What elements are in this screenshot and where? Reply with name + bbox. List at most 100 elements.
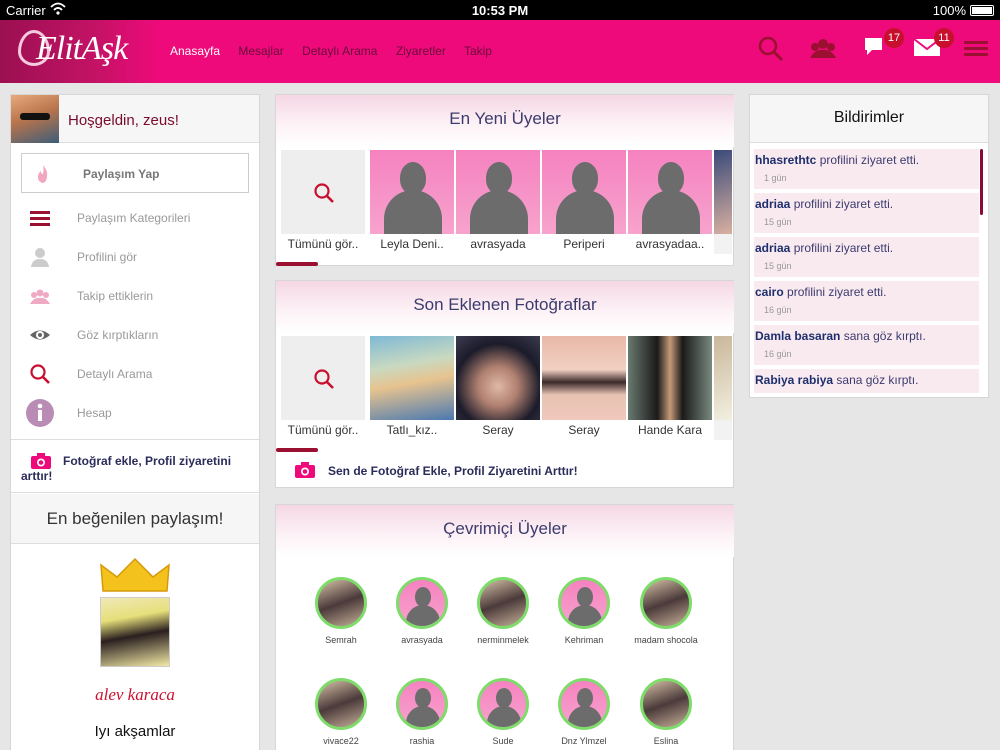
member-name: Dnz Ylmzel <box>561 736 607 746</box>
online-member[interactable]: nerminmelek <box>471 577 535 646</box>
mail-icon[interactable]: 11 <box>912 28 954 68</box>
battery-icon <box>970 5 994 16</box>
sidebar-item-goz-kirptiklarin[interactable]: Göz kırptıkların <box>11 316 259 355</box>
add-photo-promo[interactable]: Sen de Fotoğraf Ekle, Profil Ziyaretini … <box>294 461 724 481</box>
latest-photos-title: Son Eklenen Fotoğraflar <box>276 281 734 333</box>
online-member[interactable]: Kehriman <box>552 577 616 646</box>
flame-icon <box>32 163 54 185</box>
photo-card-partial[interactable] <box>714 336 732 440</box>
search-icon[interactable] <box>756 34 790 68</box>
menu-icon[interactable] <box>962 34 996 68</box>
nav-link-takip[interactable]: Takip <box>464 44 492 58</box>
photo-promo-link[interactable]: Fotoğraf ekle, Profil ziyaretini arttır! <box>11 439 259 493</box>
photo-author: Seray <box>456 420 540 440</box>
sidebar-item-takip[interactable]: Takip ettiklerin <box>11 277 259 316</box>
member-card[interactable]: avrasyada <box>456 150 540 254</box>
photo-card[interactable]: Tatlı_kız.. <box>370 336 454 440</box>
notification-time: 15 gün <box>764 217 792 227</box>
nav-link-mesajlar[interactable]: Mesajlar <box>238 44 283 58</box>
member-card-partial[interactable] <box>714 150 732 254</box>
notification-user[interactable]: Damla basaran <box>755 329 840 343</box>
online-member[interactable]: rashia <box>390 678 454 747</box>
photo-card[interactable]: Seray <box>456 336 540 440</box>
notification-item[interactable]: adriaa profilini ziyaret etti. 15 gün <box>754 193 979 233</box>
photo-thumbnail <box>370 336 454 420</box>
carousel-scroll-indicator <box>276 448 318 452</box>
member-name: Periperi <box>542 234 626 254</box>
notification-action: profilini ziyaret etti. <box>787 285 887 299</box>
photo-thumbnail <box>456 336 540 420</box>
notifications-scrollbar[interactable] <box>980 149 983 215</box>
sidebar-item-detayli-arama[interactable]: Detaylı Arama <box>11 355 259 394</box>
sidebar-item-paylasim-yap[interactable]: Paylaşım Yap <box>21 153 249 193</box>
notification-item[interactable]: adriaa profilini ziyaret etti. 15 gün <box>754 237 979 277</box>
notification-user[interactable]: adriaa <box>755 197 790 211</box>
notification-user[interactable]: Rabiya rabiya <box>755 373 833 387</box>
battery-percent: 100% <box>932 3 966 18</box>
notification-item[interactable]: cairo profilini ziyaret etti. 16 gün <box>754 281 979 321</box>
sidebar-item-label: Takip ettiklerin <box>77 289 154 303</box>
user-avatar[interactable] <box>11 95 59 143</box>
notification-user[interactable]: adriaa <box>755 241 790 255</box>
photo-thumbnail <box>542 336 626 420</box>
clock: 10:53 PM <box>471 3 529 18</box>
sidebar-item-hesap[interactable]: Hesap <box>11 394 259 433</box>
notification-user[interactable]: hhasrethtc <box>755 153 816 167</box>
notification-action: sana göz kırptı. <box>843 329 926 343</box>
member-name: Leyla Deni.. <box>370 234 454 254</box>
notification-time: 15 gün <box>764 261 792 271</box>
sidebar-menu: Paylaşım Yap Paylaşım Kategorileri Profi… <box>11 143 259 433</box>
notification-item[interactable]: Damla basaran sana göz kırptı. 16 gün <box>754 325 979 365</box>
sidebar-item-label: Profilini gör <box>77 250 138 264</box>
member-avatar <box>640 678 692 730</box>
sidebar-item-kategoriler[interactable]: Paylaşım Kategorileri <box>11 199 259 238</box>
notification-item[interactable]: hhasrethtc profilini ziyaret etti. 1 gün <box>754 149 979 189</box>
online-member[interactable]: avrasyada <box>390 577 454 646</box>
sidebar-item-profilini-gor[interactable]: Profilini gör <box>11 238 259 277</box>
notification-user[interactable]: cairo <box>755 285 784 299</box>
member-placeholder-avatar <box>370 150 454 234</box>
search-icon <box>313 182 334 203</box>
online-member[interactable]: madam shocola <box>634 577 698 646</box>
notifications-badge: 17 <box>884 28 904 48</box>
eye-icon <box>29 324 51 346</box>
photo-author: Tatlı_kız.. <box>370 420 454 440</box>
nav-links: Anasayfa Mesajlar Detaylı Arama Ziyaretl… <box>170 44 507 58</box>
photo-card[interactable]: Hande Kara <box>628 336 712 440</box>
newest-see-all[interactable]: Tümünü gör.. <box>281 150 365 254</box>
photo-author: Hande Kara <box>628 420 712 440</box>
most-liked-photo[interactable] <box>100 597 170 667</box>
photos-see-all[interactable]: Tümünü gör.. <box>281 336 365 440</box>
top-navbar: ElitAşk Anasayfa Mesajlar Detaylı Arama … <box>0 20 1000 83</box>
sidebar-item-label: Hesap <box>77 406 112 420</box>
chat-icon[interactable]: 17 <box>862 28 904 68</box>
member-avatar <box>477 577 529 629</box>
notification-item[interactable]: Rabiya rabiya sana göz kırptı. <box>754 369 979 393</box>
notification-action: profilini ziyaret etti. <box>819 153 920 167</box>
photo-card[interactable]: Seray <box>542 336 626 440</box>
left-sidebar: Hoşgeldin, zeus! Paylaşım Yap Paylaşım K… <box>10 94 260 750</box>
see-all-label: Tümünü gör.. <box>281 234 365 254</box>
member-card[interactable]: Periperi <box>542 150 626 254</box>
most-liked-author[interactable]: alev karaca <box>11 685 259 705</box>
online-member[interactable]: Sude <box>471 678 535 747</box>
online-member[interactable]: vivace22 <box>309 678 373 747</box>
member-card[interactable]: Leyla Deni.. <box>370 150 454 254</box>
online-member[interactable]: Eslina <box>634 678 698 747</box>
online-member[interactable]: Semrah <box>309 577 373 646</box>
member-card[interactable]: avrasyadaa.. <box>628 150 712 254</box>
nav-link-anasayfa[interactable]: Anasayfa <box>170 44 220 58</box>
member-placeholder-avatar <box>542 150 626 234</box>
user-icon <box>29 246 51 268</box>
member-name: madam shocola <box>634 635 698 645</box>
photo-promo-text: Fotoğraf ekle, Profil ziyaretini arttır! <box>21 454 232 483</box>
online-members-title: Çevrimiçi Üyeler <box>276 505 734 557</box>
search-icon <box>313 368 334 389</box>
nav-link-ziyaretler[interactable]: Ziyaretler <box>396 44 446 58</box>
site-logo[interactable]: ElitAşk <box>0 20 160 83</box>
users-icon[interactable] <box>806 34 840 68</box>
nav-link-detayli-arama[interactable]: Detaylı Arama <box>302 44 377 58</box>
newest-members-title: En Yeni Üyeler <box>276 95 734 147</box>
online-member[interactable]: Dnz Ylmzel <box>552 678 616 747</box>
member-name: Sude <box>492 736 514 746</box>
